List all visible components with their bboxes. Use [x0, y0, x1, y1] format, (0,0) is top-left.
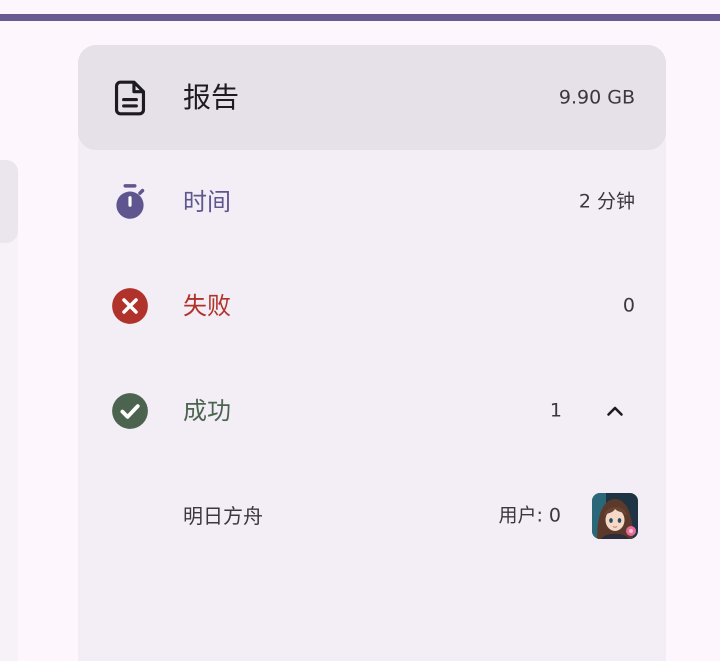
report-card: 报告 9.90 GB 时间 2 分钟 失败 0 成功 1 明日方舟 用户: 0 — [78, 45, 666, 661]
success-label: 成功 — [183, 397, 231, 425]
success-item-users: 用户: 0 — [498, 504, 561, 527]
timer-icon — [111, 183, 149, 221]
report-size: 9.90 GB — [558, 86, 635, 108]
failed-count: 0 — [622, 294, 635, 317]
check-circle-icon — [111, 392, 149, 430]
failed-label: 失败 — [183, 292, 231, 320]
success-row[interactable]: 成功 1 — [78, 359, 666, 463]
chevron-up-icon[interactable] — [603, 399, 627, 423]
success-count: 1 — [549, 399, 562, 422]
success-item-row: 明日方舟 用户: 0 — [78, 464, 666, 568]
success-item-name: 明日方舟 — [183, 504, 263, 528]
error-circle-icon — [111, 287, 149, 325]
top-bar — [0, 14, 720, 21]
side-panel-item[interactable] — [0, 160, 18, 243]
document-icon — [111, 79, 149, 117]
report-title: 报告 — [183, 80, 240, 114]
time-value: 2 分钟 — [578, 190, 635, 213]
time-row: 时间 2 分钟 — [78, 150, 666, 254]
report-header-row: 报告 9.90 GB — [78, 45, 666, 150]
game-avatar-icon — [592, 493, 638, 539]
failed-row: 失败 0 — [78, 254, 666, 358]
time-label: 时间 — [183, 188, 231, 216]
